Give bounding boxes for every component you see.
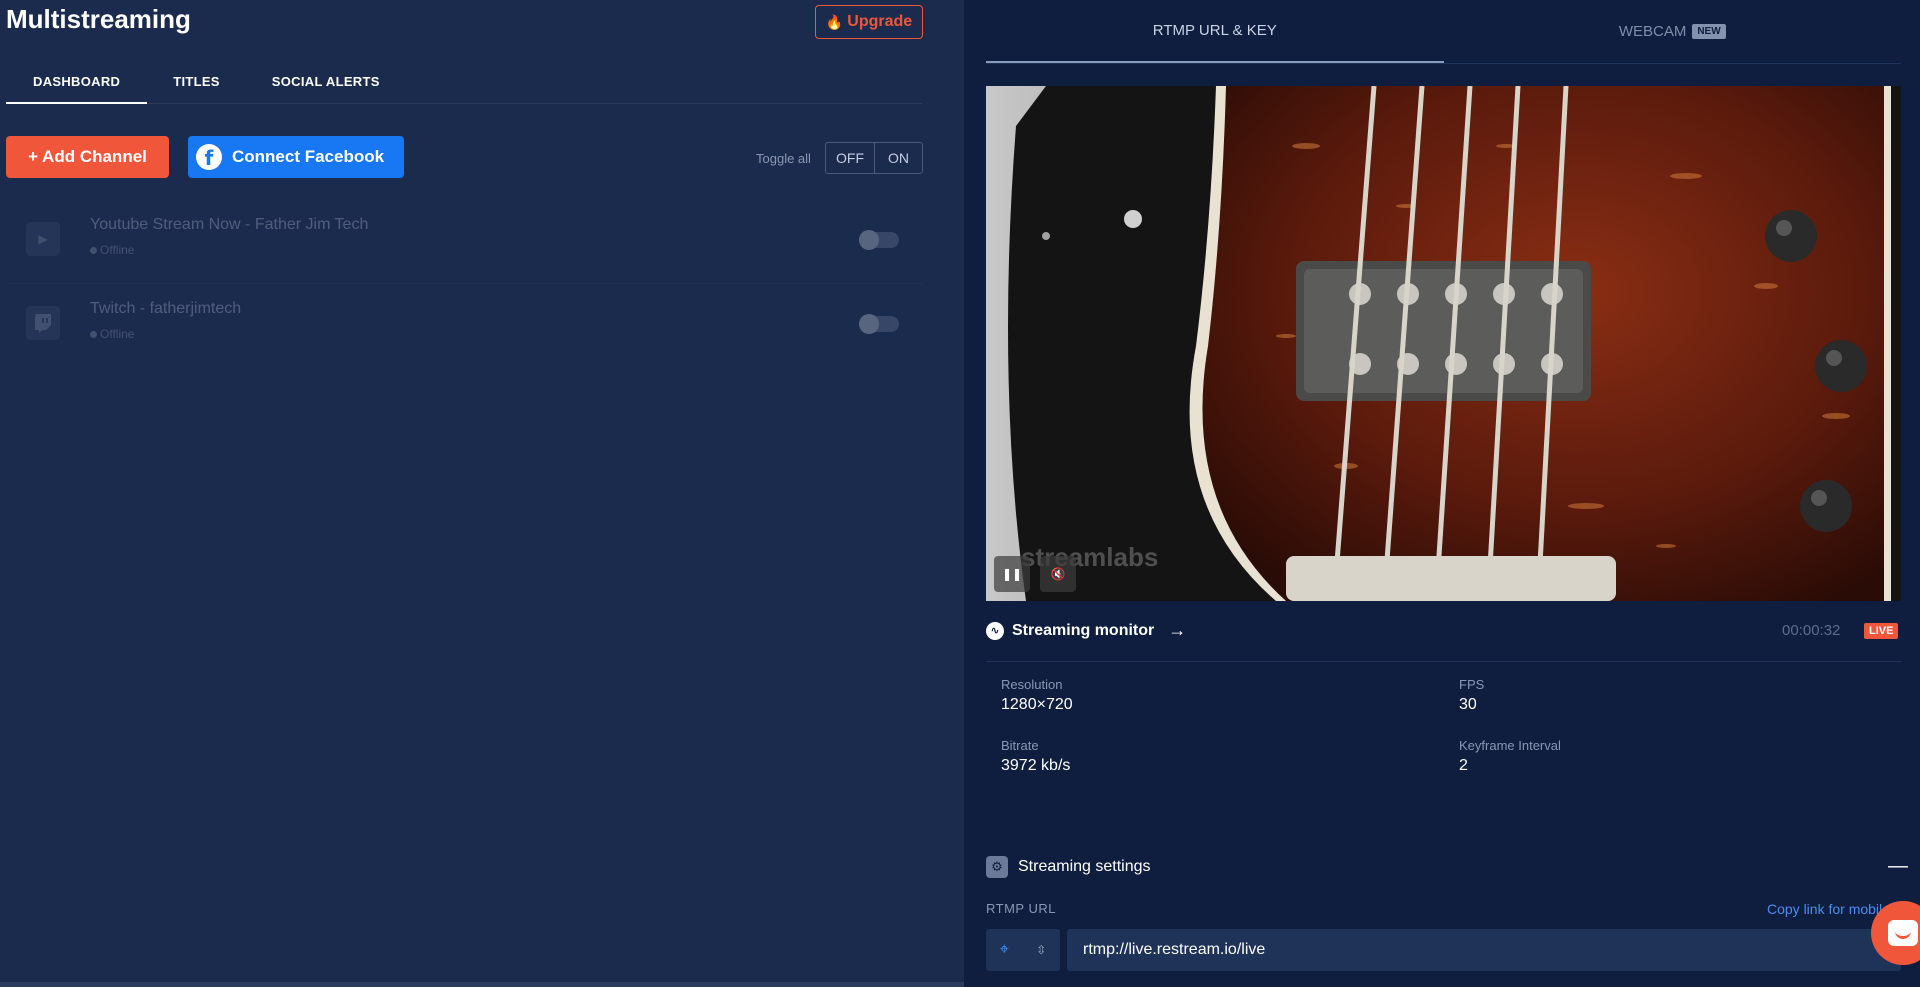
tab-rtmp-label: RTMP URL & KEY: [1152, 22, 1277, 39]
streaming-monitor-link[interactable]: ∿ Streaming monitor →: [986, 620, 1186, 641]
plus-icon: +: [28, 147, 39, 166]
keyframe-value: 2: [1459, 757, 1468, 774]
settings-icon: ⚙: [986, 856, 1008, 878]
sort-chevron-icon: ⇳: [1036, 943, 1047, 957]
status-dot-icon: [90, 246, 97, 254]
add-channel-button[interactable]: + Add Channel: [6, 136, 169, 178]
support-chat-button[interactable]: [1871, 901, 1920, 965]
page-title: Multistreaming: [6, 4, 191, 34]
main-tabs: DASHBOARD TITLES SOCIAL ALERTS: [6, 62, 922, 104]
tab-titles[interactable]: TITLES: [147, 62, 246, 104]
channel-toggle[interactable]: [859, 230, 899, 250]
bitrate-value: 3972 kb/s: [1001, 757, 1071, 774]
mute-icon[interactable]: 🔇: [1040, 556, 1076, 592]
connect-facebook-label: Connect Facebook: [232, 147, 385, 166]
tab-webcam-label: WEBCAM: [1618, 23, 1687, 40]
channel-name: Youtube Stream Now - Father Jim Tech: [90, 216, 369, 233]
collapse-icon[interactable]: —: [1888, 855, 1908, 878]
server-select-button[interactable]: ⌖ ⇳: [986, 929, 1060, 971]
pulse-icon: ∿: [986, 621, 1004, 640]
resolution-stat: Resolution 1280×720: [1001, 677, 1073, 714]
new-badge: NEW: [1692, 24, 1726, 39]
connect-facebook-button[interactable]: f Connect Facebook: [188, 136, 404, 178]
toggle-all-group: OFF ON: [825, 142, 923, 174]
live-badge: LIVE: [1864, 623, 1899, 639]
toggle-all-label: Toggle all: [756, 151, 811, 166]
divider: [986, 661, 1901, 662]
channel-status-text: Offline: [100, 243, 135, 257]
tab-webcam[interactable]: WEBCAM NEW: [1444, 0, 1902, 63]
streaming-settings-title: Streaming settings: [1018, 858, 1151, 875]
upgrade-button[interactable]: 🔥 Upgrade: [815, 5, 923, 39]
upgrade-label: Upgrade: [847, 13, 913, 30]
status-dot-icon: [90, 330, 97, 338]
chat-icon: [1871, 901, 1920, 965]
stream-timer: 00:00:32: [1782, 622, 1841, 639]
channel-row-youtube: ▶ Youtube Stream Now - Father Jim Tech O…: [6, 200, 922, 284]
tab-rtmp-url-key[interactable]: RTMP URL & KEY: [986, 0, 1444, 63]
toggle-all-on-button[interactable]: ON: [874, 143, 922, 173]
resolution-label: Resolution: [1001, 677, 1063, 692]
channel-toggle[interactable]: [859, 314, 899, 334]
channel-row-twitch: Twitch - fatherjimtech Offline: [6, 284, 922, 368]
horizontal-scrollbar[interactable]: [0, 982, 964, 987]
channel-status: Offline: [90, 327, 134, 341]
bitrate-stat: Bitrate 3972 kb/s: [1001, 738, 1070, 775]
rtmp-url-field[interactable]: [1067, 929, 1901, 971]
toggle-all-off-button[interactable]: OFF: [826, 143, 874, 173]
keyframe-label: Keyframe Interval: [1459, 738, 1561, 753]
rtmp-url-label: RTMP URL: [986, 901, 1056, 916]
pause-icon[interactable]: ❚❚: [994, 556, 1030, 592]
flame-icon: 🔥: [825, 13, 844, 30]
play-icon: ▶: [26, 222, 60, 256]
twitch-icon: [26, 306, 60, 340]
channel-name: Twitch - fatherjimtech: [90, 300, 242, 317]
add-channel-label: Add Channel: [42, 147, 147, 166]
multistreaming-panel: Multistreaming 🔥 Upgrade DASHBOARD TITLE…: [0, 0, 964, 987]
preview-tabs: RTMP URL & KEY WEBCAM NEW: [986, 0, 1901, 64]
fps-stat: FPS 30: [1459, 677, 1484, 714]
tab-dashboard[interactable]: DASHBOARD: [6, 62, 148, 104]
tab-social-alerts[interactable]: SOCIAL ALERTS: [246, 62, 406, 104]
toggle-knob: [859, 230, 879, 250]
fps-label: FPS: [1459, 677, 1485, 692]
keyframe-stat: Keyframe Interval 2: [1459, 738, 1561, 775]
stream-preview-panel: RTMP URL & KEY WEBCAM NEW streamlabs ❚❚ …: [964, 0, 1920, 987]
bitrate-label: Bitrate: [1001, 738, 1039, 753]
fps-value: 30: [1459, 696, 1477, 713]
channel-status-text: Offline: [100, 327, 135, 341]
toggle-knob: [859, 314, 879, 334]
crosshair-icon: ⌖: [999, 941, 1009, 958]
streaming-settings-header[interactable]: ⚙ Streaming settings: [986, 856, 1151, 878]
stream-preview-video[interactable]: streamlabs: [986, 86, 1901, 601]
facebook-icon: f: [196, 144, 222, 170]
streaming-monitor-title: Streaming monitor: [1012, 621, 1155, 639]
video-frame: streamlabs: [986, 86, 1901, 601]
channel-status: Offline: [90, 243, 134, 257]
arrow-right-icon: →: [1168, 620, 1187, 640]
resolution-value: 1280×720: [1001, 696, 1073, 713]
